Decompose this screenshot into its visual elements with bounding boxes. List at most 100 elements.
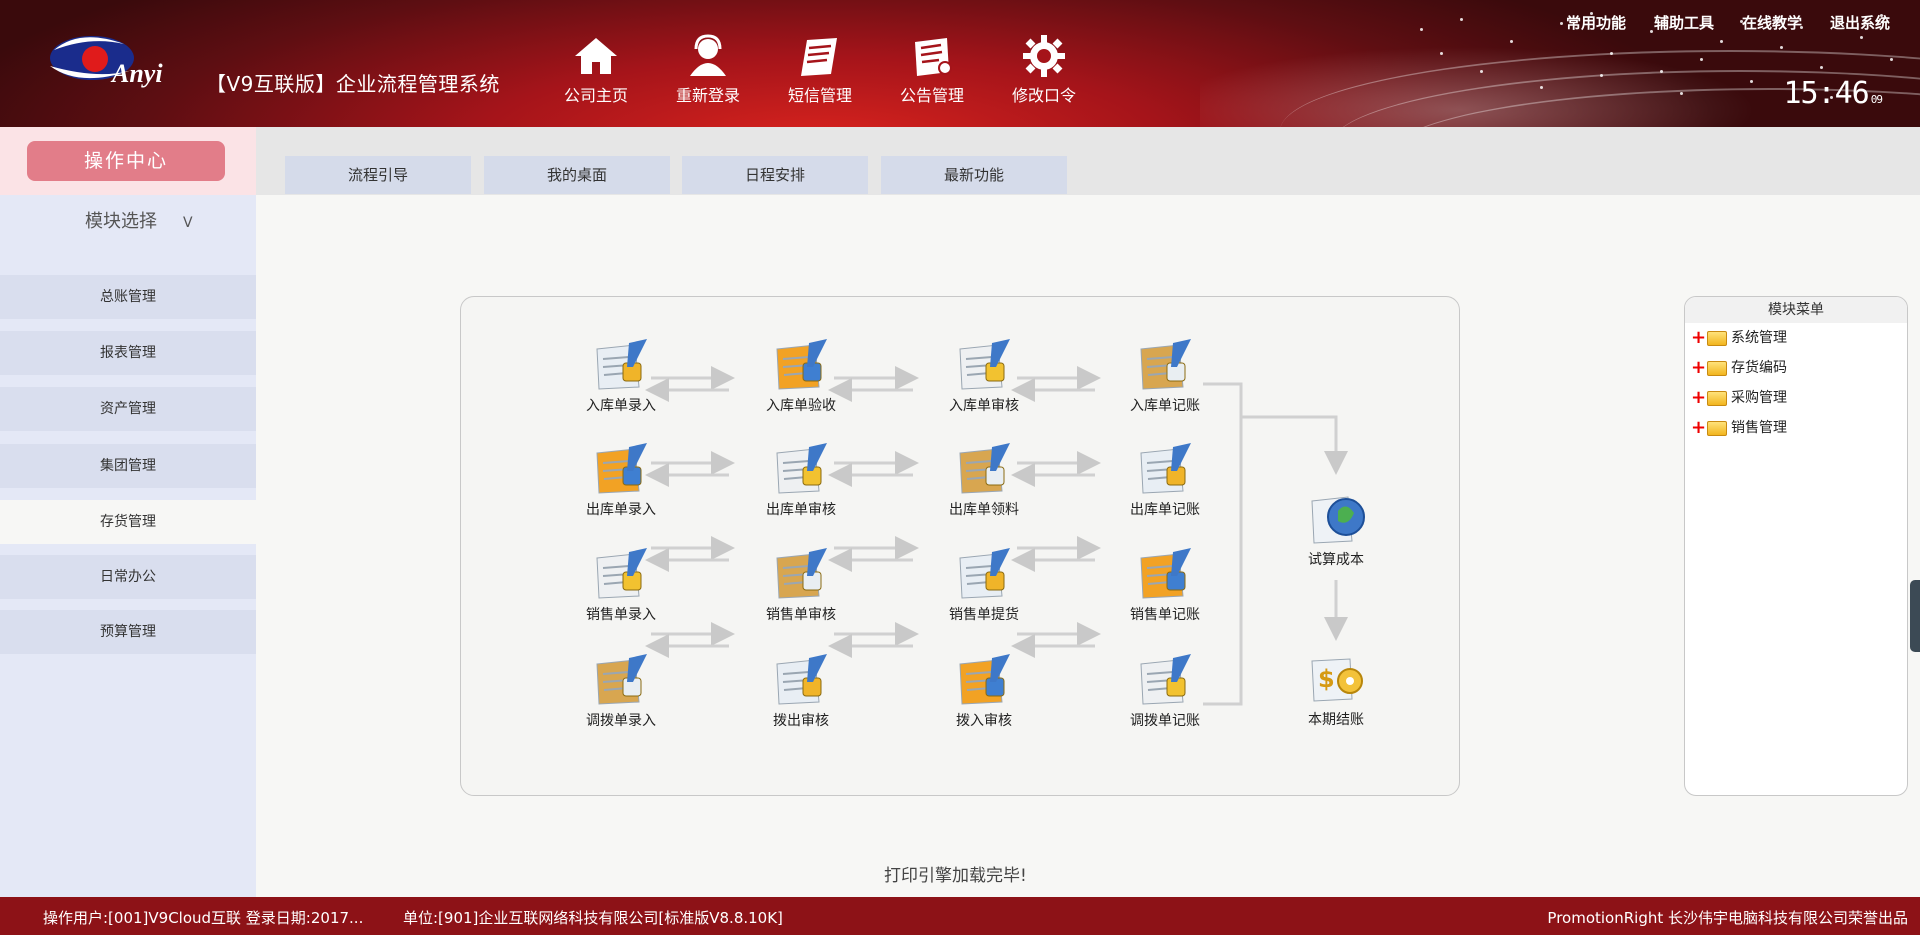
flow-node[interactable]: 销售单提货 [924, 546, 1044, 624]
nav-relogin-label: 重新登录 [675, 86, 740, 105]
sidebar-item-group[interactable]: 集团管理 [0, 444, 256, 488]
flow-node[interactable]: 出库单领料 [924, 441, 1044, 519]
star-dot [1780, 46, 1783, 49]
op-center-button[interactable]: 操作中心 [27, 141, 225, 181]
document-icon [776, 339, 827, 390]
header-banner: Anyi 【V9互联版】企业流程管理系统 公司主页 重新登录 短信管理 公告管理… [0, 0, 1920, 127]
folder-icon [1707, 390, 1727, 406]
op-center-area: 操作中心 [0, 127, 256, 195]
flow-node[interactable]: 调拨单记账 [1105, 652, 1225, 730]
star-dot [1820, 66, 1823, 69]
document-icon [776, 548, 827, 599]
trial-cost-icon [1311, 496, 1365, 544]
expand-plus-icon[interactable]: + [1691, 419, 1706, 437]
tab-new-features[interactable]: 最新功能 [881, 156, 1067, 194]
flow-node[interactable]: 调拨单录入 [561, 652, 681, 730]
period-closing-icon: $ [1311, 658, 1363, 702]
star-dot [1860, 36, 1863, 39]
tree-item-label: 系统管理 [1731, 330, 1787, 346]
tab-bar: 流程引导 我的桌面 日程安排 最新功能 [256, 127, 1920, 195]
flow-panel: 入库单录入 入库单验收 入库单审核 入库单记账出库单录入 出库单审核 出库单领料 出库单记账… [460, 296, 1460, 796]
flow-node[interactable]: 销售单录入 [561, 546, 681, 624]
node-period-closing[interactable]: $ 本期结账 [1276, 651, 1396, 729]
nav-sms[interactable]: 短信管理 [764, 30, 876, 106]
document-icon [776, 443, 827, 494]
trial-cost-label: 试算成本 [1308, 552, 1364, 568]
product-title: 【V9互联版】企业流程管理系统 [206, 72, 500, 96]
module-select[interactable]: 模块选择 V [85, 207, 193, 233]
flow-node[interactable]: 入库单记账 [1105, 337, 1225, 415]
flow-node[interactable]: 入库单验收 [741, 337, 861, 415]
nav-relogin[interactable]: 重新登录 [652, 30, 764, 106]
flow-node[interactable]: 入库单录入 [561, 337, 681, 415]
link-common-functions[interactable]: 常用功能 [1566, 12, 1626, 33]
side-scroll-handle[interactable] [1910, 580, 1920, 652]
flow-node[interactable]: 入库单审核 [924, 337, 1044, 415]
clock: 15:46 09 [1783, 76, 1883, 111]
tab-process-guide[interactable]: 流程引导 [285, 156, 471, 194]
document-icon [596, 339, 647, 390]
nav-notice-label: 公告管理 [899, 86, 964, 105]
star-dot [1600, 74, 1603, 77]
tree-item-system[interactable]: + 系统管理 [1685, 323, 1907, 353]
folder-icon [1707, 360, 1727, 376]
tree-item-inventory-code[interactable]: + 存货编码 [1685, 353, 1907, 383]
flow-node-label: 出库单记账 [1130, 502, 1200, 518]
flow-node[interactable]: 销售单审核 [741, 546, 861, 624]
flow-node-label: 出库单录入 [586, 502, 656, 518]
nav-password[interactable]: 修改口令 [988, 30, 1100, 106]
document-icon [959, 339, 1010, 390]
flow-node-label: 销售单录入 [586, 607, 656, 623]
flow-node[interactable]: 销售单记账 [1105, 546, 1225, 624]
flow-node-label: 销售单提货 [949, 607, 1019, 623]
flow-node-label: 销售单审核 [766, 607, 836, 623]
tree-item-label: 存货编码 [1731, 360, 1787, 376]
expand-plus-icon[interactable]: + [1691, 329, 1706, 347]
folder-icon [1707, 420, 1727, 436]
expand-plus-icon[interactable]: + [1691, 389, 1706, 407]
star-dot [1610, 52, 1613, 55]
sidebar-item-assets[interactable]: 资产管理 [0, 387, 256, 431]
tab-my-desktop[interactable]: 我的桌面 [484, 156, 670, 194]
link-online-teaching[interactable]: 在线教学 [1742, 12, 1802, 33]
tree-item-sales[interactable]: + 销售管理 [1685, 413, 1907, 443]
folder-icon [1707, 330, 1727, 346]
tree-item-label: 销售管理 [1731, 420, 1787, 436]
flow-node-label: 拨入审核 [956, 713, 1012, 729]
star-dot [1480, 70, 1483, 73]
sidebar-item-ledger[interactable]: 总账管理 [0, 275, 256, 319]
company-logo: Anyi [40, 26, 175, 101]
flow-node-label: 出库单领料 [949, 502, 1019, 518]
sidebar-item-budget[interactable]: 预算管理 [0, 610, 256, 654]
link-aux-tools[interactable]: 辅助工具 [1654, 12, 1714, 33]
expand-plus-icon[interactable]: + [1691, 359, 1706, 377]
nav-home[interactable]: 公司主页 [540, 30, 652, 106]
star-dot [1890, 58, 1893, 61]
sidebar-item-inventory[interactable]: 存货管理 [0, 500, 256, 544]
flow-node-label: 拨出审核 [773, 713, 829, 729]
flow-node[interactable]: 拨出审核 [741, 652, 861, 730]
flow-node[interactable]: 出库单审核 [741, 441, 861, 519]
nav-password-label: 修改口令 [1011, 86, 1076, 105]
flow-node[interactable]: 拨入审核 [924, 652, 1044, 730]
footer-unit-info: 单位:[901]企业互联网络科技有限公司[标准版V8.8.10K] [403, 909, 783, 927]
document-icon [959, 654, 1010, 705]
flow-node[interactable]: 出库单录入 [561, 441, 681, 519]
period-closing-label: 本期结账 [1308, 712, 1364, 728]
node-trial-cost[interactable]: 试算成本 [1276, 491, 1396, 569]
sidebar-item-reports[interactable]: 报表管理 [0, 331, 256, 375]
link-exit-system[interactable]: 退出系统 [1830, 12, 1890, 33]
tab-schedule[interactable]: 日程安排 [682, 156, 868, 194]
document-icon [596, 548, 647, 599]
document-icon [1140, 339, 1191, 390]
star-dot [1680, 92, 1683, 95]
sidebar-item-office[interactable]: 日常办公 [0, 555, 256, 599]
module-select-label: 模块选择 [85, 211, 157, 232]
nav-notice[interactable]: 公告管理 [876, 30, 988, 106]
module-menu-title: 模块菜单 [1685, 297, 1907, 323]
clock-time: 15:46 [1783, 76, 1869, 111]
flow-node[interactable]: 出库单记账 [1105, 441, 1225, 519]
document-icon [959, 443, 1010, 494]
flow-node-label: 销售单记账 [1130, 607, 1200, 623]
tree-item-purchase[interactable]: + 采购管理 [1685, 383, 1907, 413]
